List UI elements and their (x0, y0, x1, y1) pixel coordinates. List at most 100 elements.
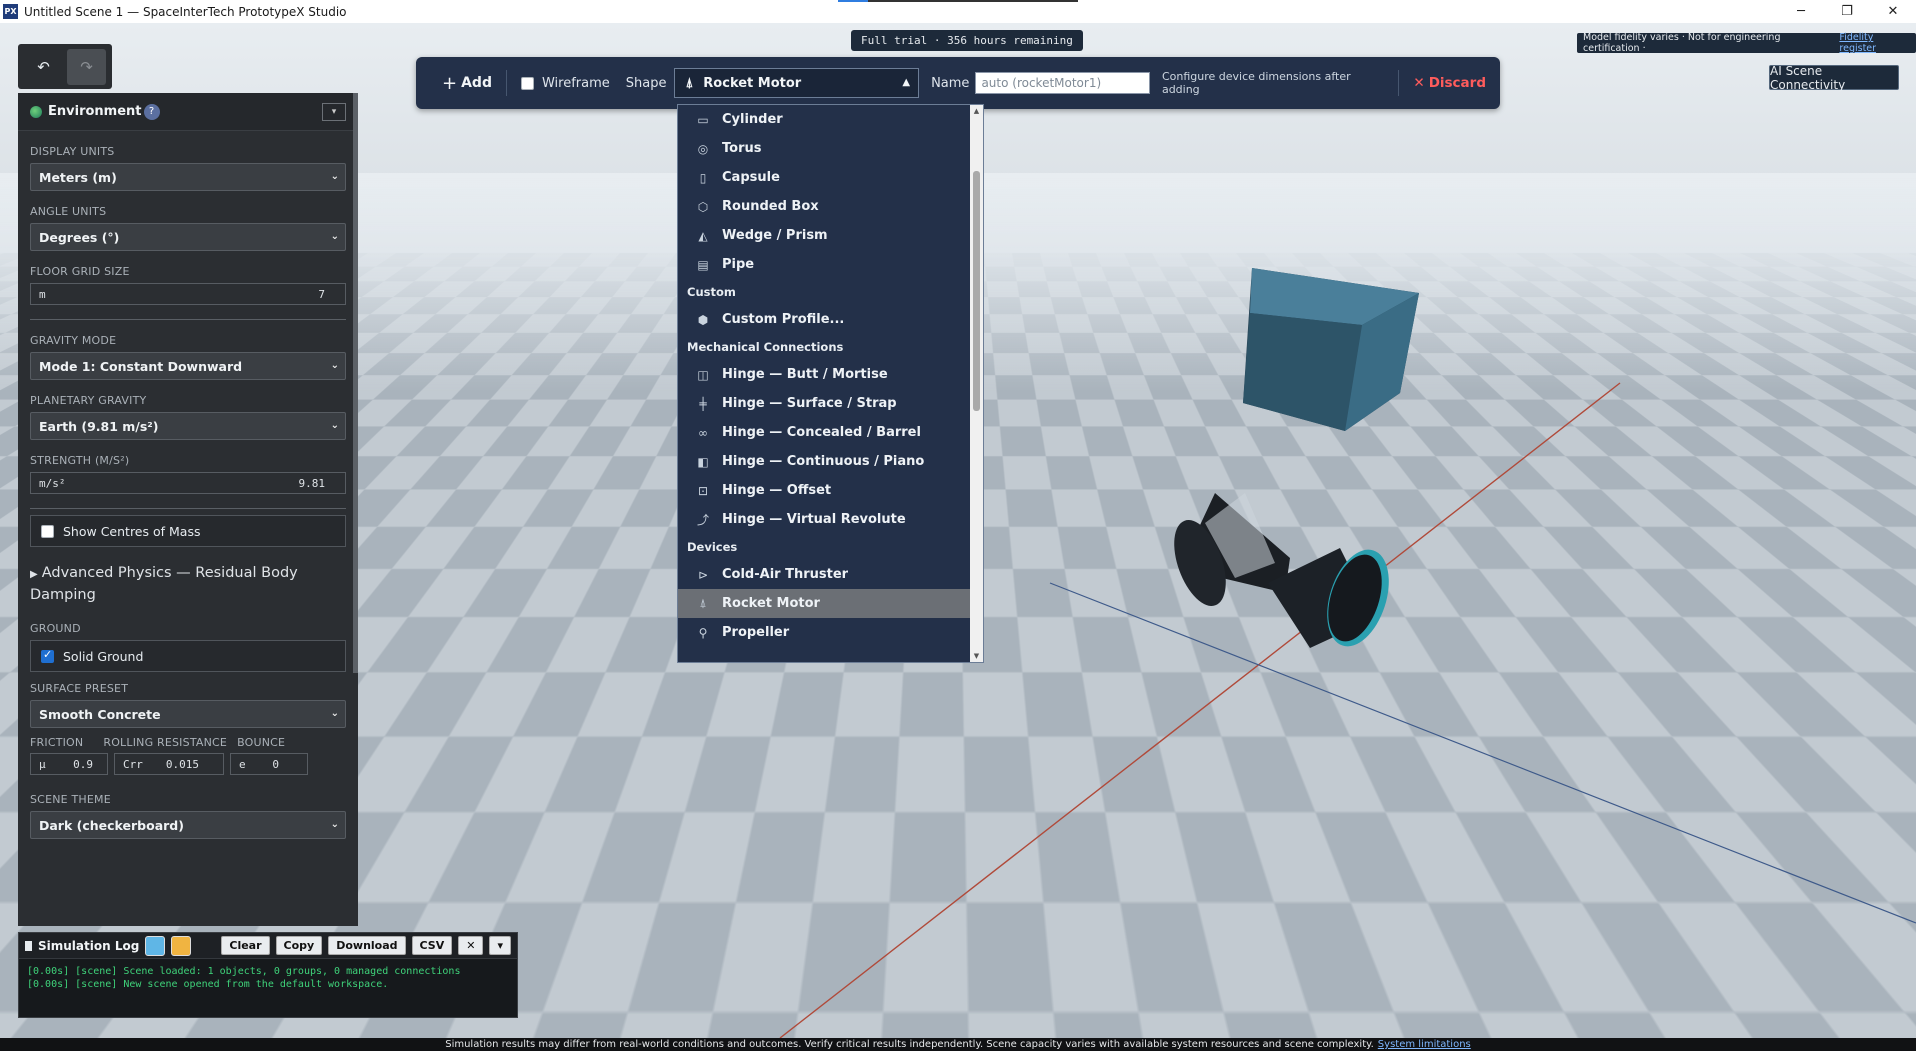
download-log-button[interactable]: Download (328, 936, 405, 955)
panel-scrollbar[interactable] (353, 93, 358, 926)
floor-grid-label: FLOOR GRID SIZE (30, 265, 346, 278)
wireframe-toggle[interactable]: Wireframe (521, 76, 610, 91)
csv-export-button[interactable]: CSV (412, 936, 453, 955)
dropdown-item-label: Pipe (722, 257, 754, 272)
angle-units-label: ANGLE UNITS (30, 205, 346, 218)
dropdown-item-label: Hinge — Surface / Strap (722, 396, 897, 411)
display-units-select[interactable]: Meters (m) ⌄ (30, 163, 346, 191)
rolling-value: 0.015 (166, 758, 215, 771)
rolling-resistance-label: ROLLING RESISTANCE (103, 736, 227, 749)
minimize-icon[interactable]: ─ (1778, 0, 1824, 23)
bounce-unit: e (239, 758, 246, 771)
bounce-input[interactable]: e 0 (230, 753, 308, 775)
angle-units-select[interactable]: Degrees (°) ⌄ (30, 223, 346, 251)
close-icon[interactable]: ✕ (1870, 0, 1916, 23)
ai-scene-connectivity-button[interactable]: AI Scene Connectivity (1769, 65, 1899, 90)
show-centres-of-mass-toggle[interactable]: Show Centres of Mass (30, 515, 346, 547)
dropdown-item[interactable]: ⤴ Hinge — Virtual Revolute (678, 505, 983, 534)
dropdown-item[interactable]: ⊳ Cold-Air Thruster (678, 560, 983, 589)
strength-input[interactable]: m/s² 9.81 (30, 472, 346, 494)
undo-icon[interactable]: ↶ (24, 49, 63, 85)
surface-preset-select[interactable]: Smooth Concrete ⌄ (30, 700, 346, 728)
surface-params-inputs: μ 0.9 Crr 0.015 e 0 (30, 753, 346, 775)
rocket-icon: ⍋ (685, 76, 693, 91)
discard-label: Discard (1429, 75, 1486, 91)
plus-icon: + (442, 73, 457, 94)
wireframe-checkbox[interactable] (521, 77, 534, 90)
clear-log-button[interactable]: Clear (221, 936, 269, 955)
display-units-label: DISPLAY UNITS (30, 145, 346, 158)
floor-grid-input[interactable]: m 7 (30, 283, 346, 305)
simulation-log-panel: Simulation Log Clear Copy Download CSV ✕… (18, 932, 518, 1018)
planetary-gravity-select[interactable]: Earth (9.81 m/s²) ⌄ (30, 412, 346, 440)
dropdown-item[interactable]: ◧ Hinge — Continuous / Piano (678, 447, 983, 476)
bounce-label: BOUNCE (237, 736, 285, 749)
wedge-icon: ◭ (696, 229, 710, 243)
advanced-physics-expander[interactable]: ▶ Advanced Physics — Residual Body Dampin… (30, 563, 346, 606)
gravity-mode-value: Mode 1: Constant Downward (39, 359, 242, 374)
trial-status-badge: Full trial · 356 hours remaining (851, 30, 1083, 51)
scroll-down-icon[interactable]: ▼ (970, 652, 983, 660)
hinge-barrel-icon: ∞ (696, 426, 710, 440)
chevron-down-icon: ⌄ (331, 819, 339, 830)
dropdown-item[interactable]: ▯ Capsule (678, 163, 983, 192)
add-object-toolbar: + Add Wireframe Shape ⍋ Rocket Motor ▲ N… (416, 57, 1500, 109)
dropdown-item[interactable]: ⚲ Propeller (678, 618, 983, 647)
dropdown-item[interactable]: ⍋ Rocket Motor (678, 589, 983, 618)
thruster-icon: ⊳ (696, 568, 710, 582)
dropdown-item[interactable]: ▭ Cylinder (678, 105, 983, 134)
dropdown-item-label: Cylinder (722, 112, 783, 127)
dropdown-item-label: Capsule (722, 170, 780, 185)
surface-preset-label: SURFACE PRESET (30, 682, 346, 695)
friction-input[interactable]: μ 0.9 (30, 753, 108, 775)
shape-label: Shape (626, 76, 667, 91)
bounce-value: 0 (272, 758, 299, 771)
dropdown-group-header: Custom (678, 279, 983, 305)
dropdown-item[interactable]: ▤ Pipe (678, 250, 983, 279)
close-icon[interactable]: ✕ (458, 936, 483, 955)
copy-log-button[interactable]: Copy (276, 936, 323, 955)
dropdown-item[interactable]: ╪ Hinge — Surface / Strap (678, 389, 983, 418)
dropdown-item[interactable]: ⬡ Rounded Box (678, 192, 983, 221)
panel-scrollbar-thumb[interactable] (353, 93, 358, 673)
dropdown-item-label: Torus (722, 141, 761, 156)
dropdown-item[interactable]: ⬢ Custom Profile... (678, 305, 983, 334)
fidelity-register-link[interactable]: Fidelity register (1839, 32, 1910, 54)
dropdown-item-label: Wedge / Prism (722, 228, 828, 243)
collapse-panel-button[interactable]: ▾ (322, 103, 346, 121)
expand-triangle-icon: ▶ (30, 569, 38, 580)
dropdown-item[interactable]: ◫ Hinge — Butt / Mortise (678, 360, 983, 389)
scene-theme-label: SCENE THEME (30, 793, 346, 806)
restore-icon[interactable]: ❐ (1824, 0, 1870, 23)
solid-ground-checkbox[interactable] (41, 650, 54, 663)
scene-theme-select[interactable]: Dark (checkerboard) ⌄ (30, 811, 346, 839)
scroll-up-icon[interactable]: ▲ (970, 107, 983, 115)
show-com-checkbox[interactable] (41, 525, 54, 538)
system-limitations-link[interactable]: System limitations (1378, 1039, 1471, 1050)
help-icon[interactable]: ? (144, 104, 160, 120)
floor-grid-unit: m (39, 288, 46, 301)
chevron-down-icon[interactable]: ▾ (489, 936, 511, 955)
dropdown-item[interactable]: ∞ Hinge — Concealed / Barrel (678, 418, 983, 447)
shape-select[interactable]: ⍋ Rocket Motor ▲ (674, 68, 919, 98)
window-title: Untitled Scene 1 — SpaceInterTech Protot… (24, 5, 347, 19)
discard-button[interactable]: ✕ Discard (1413, 75, 1486, 91)
dropdown-item-label: Hinge — Concealed / Barrel (722, 425, 921, 440)
chevron-down-icon: ⌄ (331, 420, 339, 431)
app-logo-icon: PX (3, 4, 18, 19)
dropdown-item[interactable]: ⊡ Hinge — Offset (678, 476, 983, 505)
name-input[interactable]: auto (rocketMotor1) (975, 72, 1150, 94)
log-color-swatch-blue[interactable] (145, 936, 165, 956)
add-button[interactable]: + Add (442, 73, 492, 94)
dropdown-item[interactable]: ◭ Wedge / Prism (678, 221, 983, 250)
dropdown-scrollbar[interactable]: ▲ ▼ (970, 105, 983, 662)
log-color-swatch-amber[interactable] (171, 936, 191, 956)
dropdown-item[interactable]: ◎ Torus (678, 134, 983, 163)
rolling-resistance-input[interactable]: Crr 0.015 (114, 753, 224, 775)
gravity-mode-select[interactable]: Mode 1: Constant Downward ⌄ (30, 352, 346, 380)
solid-ground-toggle[interactable]: Solid Ground (30, 640, 346, 672)
redo-icon[interactable]: ↷ (67, 49, 106, 85)
dropdown-item-label: Hinge — Offset (722, 483, 831, 498)
dropdown-scrollbar-thumb[interactable] (973, 171, 980, 411)
chevron-down-icon: ⌄ (331, 708, 339, 719)
